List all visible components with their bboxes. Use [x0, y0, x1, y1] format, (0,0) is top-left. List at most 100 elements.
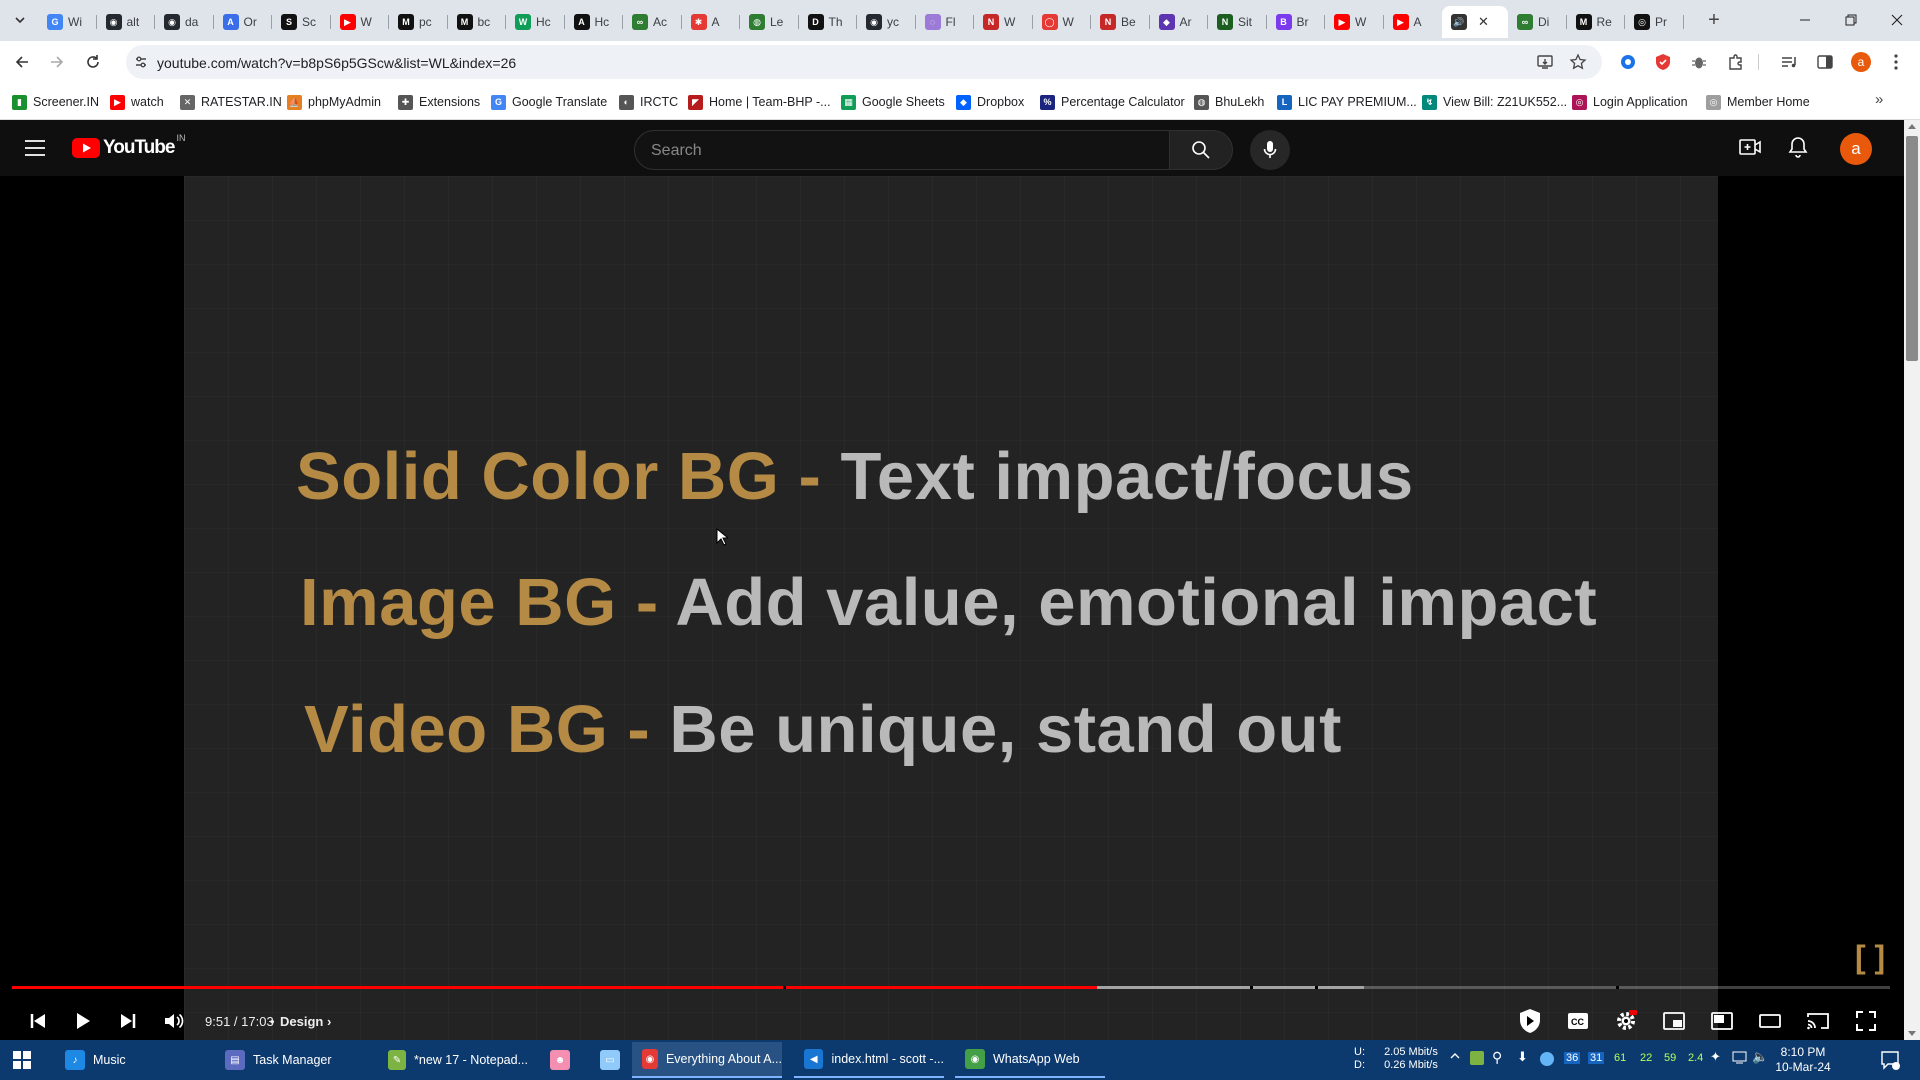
taskbar-app[interactable]: ♪ Music [55, 1042, 205, 1078]
browser-tab[interactable]: W Hc [506, 6, 565, 38]
volume-icon[interactable] [158, 1006, 190, 1036]
tray-counter[interactable]: 61 [1614, 1052, 1626, 1064]
bug-extension-icon[interactable] [1687, 50, 1711, 74]
bookmark-item[interactable]: L LIC PAY PREMIUM... [1277, 92, 1417, 112]
browser-tab[interactable]: ◍ Le [740, 6, 799, 38]
guide-menu-icon[interactable] [24, 139, 46, 157]
voice-search-button[interactable] [1250, 130, 1290, 170]
browser-tab[interactable]: NW [974, 6, 1033, 38]
tray-counter[interactable]: 2.4 [1688, 1052, 1703, 1064]
scroll-down-arrow-icon[interactable] [1908, 1031, 1916, 1036]
browser-tab[interactable]: A Or [214, 6, 273, 38]
tray-counter[interactable]: 31 [1588, 1052, 1605, 1064]
bookmark-item[interactable]: ▶ watch [110, 92, 164, 112]
taskbar-app[interactable]: ▤ Task Manager [215, 1042, 385, 1078]
tray-search-icon[interactable]: ⚲ [1492, 1049, 1502, 1066]
browser-tab[interactable]: ∞ Ac [623, 6, 682, 38]
browser-tab[interactable]: D Th [799, 6, 858, 38]
browser-tab[interactable]: N Be [1091, 6, 1150, 38]
browser-menu-icon[interactable] [1884, 50, 1908, 74]
browser-tab[interactable]: B Br [1267, 6, 1326, 38]
bookmark-item[interactable]: ✕ RATESTAR.IN [180, 92, 282, 112]
create-video-icon[interactable] [1739, 137, 1761, 157]
sponsor-shield-icon[interactable] [1514, 1006, 1546, 1036]
new-tab-icon[interactable]: + [1702, 8, 1726, 32]
browser-tab[interactable]: ✱ A [682, 6, 741, 38]
bookmark-item[interactable]: G Google Translate [491, 92, 607, 112]
bookmark-item[interactable]: ▦ Google Sheets [841, 92, 945, 112]
subtitles-icon[interactable]: CC [1562, 1006, 1594, 1036]
notifications-icon[interactable] [1880, 1050, 1900, 1070]
tray-counter[interactable]: 22 [1640, 1052, 1652, 1064]
browser-tab[interactable]: 🔊 ✕ [1442, 6, 1508, 38]
taskbar-app[interactable]: ▭ [590, 1042, 630, 1078]
minimize-icon[interactable] [1782, 0, 1828, 40]
scrollbar-thumb[interactable] [1906, 136, 1918, 361]
tray-counter[interactable]: 36 [1564, 1052, 1581, 1064]
browser-tab[interactable]: A Hc [565, 6, 624, 38]
shield-extension-icon[interactable] [1651, 50, 1675, 74]
bookmark-item[interactable]: % Percentage Calculator [1040, 92, 1185, 112]
bookmark-item[interactable]: ◐ IRCTC [619, 92, 678, 112]
search-input[interactable]: Search [634, 130, 1170, 170]
bookmark-item[interactable]: ✚ Extensions [398, 92, 480, 112]
notifications-bell-icon[interactable] [1788, 136, 1808, 158]
extensions-puzzle-icon[interactable] [1724, 50, 1748, 74]
address-bar[interactable]: youtube.com/watch?v=b8pS6p5GScw&list=WL&… [126, 45, 1602, 79]
url-text[interactable]: youtube.com/watch?v=b8pS6p5GScw&list=WL&… [157, 55, 516, 71]
browser-tab[interactable]: Mpc [389, 6, 448, 38]
bookmark-item[interactable]: ⛵ phpMyAdmin [287, 92, 381, 112]
next-icon[interactable] [112, 1006, 144, 1036]
site-info-icon[interactable] [134, 55, 148, 69]
tray-app-1-icon[interactable] [1470, 1051, 1484, 1065]
bookmark-item[interactable]: ◆ Dropbox [956, 92, 1024, 112]
browser-tab[interactable]: ◆ Ar [1150, 6, 1209, 38]
browser-tab[interactable]: ◎ Pr [1625, 6, 1684, 38]
picture-in-picture-icon[interactable] [1706, 1006, 1738, 1036]
tray-globe-icon[interactable] [1540, 1052, 1554, 1066]
taskbar-app[interactable]: ◉ Everything About A... [632, 1042, 782, 1078]
clock[interactable]: 8:10 PM 10-Mar-24 [1766, 1045, 1840, 1075]
account-avatar[interactable]: a [1840, 133, 1872, 165]
video-player[interactable]: Solid Color BG - Text impact/focus Image… [0, 176, 1904, 1040]
taskbar-app[interactable]: ☻ [540, 1042, 580, 1078]
progress-bar[interactable] [12, 986, 1890, 989]
browser-tab[interactable]: ▶ W [331, 6, 390, 38]
more-bookmarks-icon[interactable]: » [1875, 91, 1883, 108]
restore-icon[interactable] [1828, 0, 1874, 40]
bookmark-item[interactable]: ◤ Home | Team-BHP -... [688, 92, 831, 112]
side-panel-icon[interactable] [1813, 50, 1837, 74]
cast-icon[interactable] [1802, 1006, 1834, 1036]
taskbar-app[interactable]: ◉ WhatsApp Web [955, 1042, 1105, 1078]
close-window-icon[interactable] [1874, 0, 1920, 40]
forward-icon[interactable] [45, 50, 69, 74]
bookmark-item[interactable]: ◎ Login Application [1572, 92, 1688, 112]
bookmark-item[interactable]: ▮ Screener.IN [12, 92, 99, 112]
browser-tab[interactable]: ∞ Di [1508, 6, 1567, 38]
scroll-up-arrow-icon[interactable] [1908, 124, 1916, 129]
youtube-logo[interactable]: YouTube IN [72, 133, 185, 159]
browser-tab[interactable]: N Sit [1208, 6, 1267, 38]
browser-tab[interactable]: ▶ W [1325, 6, 1384, 38]
tray-flag-icon[interactable]: ✦ [1710, 1049, 1721, 1065]
bookmark-item[interactable]: ◍ BhuLekh [1194, 92, 1264, 112]
browser-tab[interactable]: ◌ Fl [916, 6, 975, 38]
install-app-icon[interactable] [1536, 53, 1554, 71]
windows-start-icon[interactable] [13, 1051, 31, 1069]
tab-close-icon[interactable]: ✕ [1478, 14, 1489, 30]
extension-1-icon[interactable] [1616, 50, 1640, 74]
bookmark-item[interactable]: ◎ Member Home [1706, 92, 1810, 112]
wifi-icon[interactable] [1732, 1050, 1748, 1064]
browser-tab[interactable]: ▶ A [1384, 6, 1443, 38]
media-control-icon[interactable] [1777, 50, 1801, 74]
bookmark-item[interactable]: ↯ View Bill: Z21UK552... [1422, 92, 1567, 112]
play-icon[interactable] [67, 1006, 99, 1036]
tab-search-chevron-icon[interactable] [8, 8, 32, 32]
browser-tab[interactable]: Mbc [448, 6, 507, 38]
theater-mode-icon[interactable] [1754, 1006, 1786, 1036]
settings-gear-icon[interactable] [1610, 1006, 1642, 1036]
browser-tab[interactable]: ◉ yc [857, 6, 916, 38]
browser-tab[interactable]: ◯ W [1033, 6, 1092, 38]
browser-tab[interactable]: ◉ alt [97, 6, 156, 38]
tray-download-icon[interactable]: ⬇ [1517, 1049, 1528, 1065]
